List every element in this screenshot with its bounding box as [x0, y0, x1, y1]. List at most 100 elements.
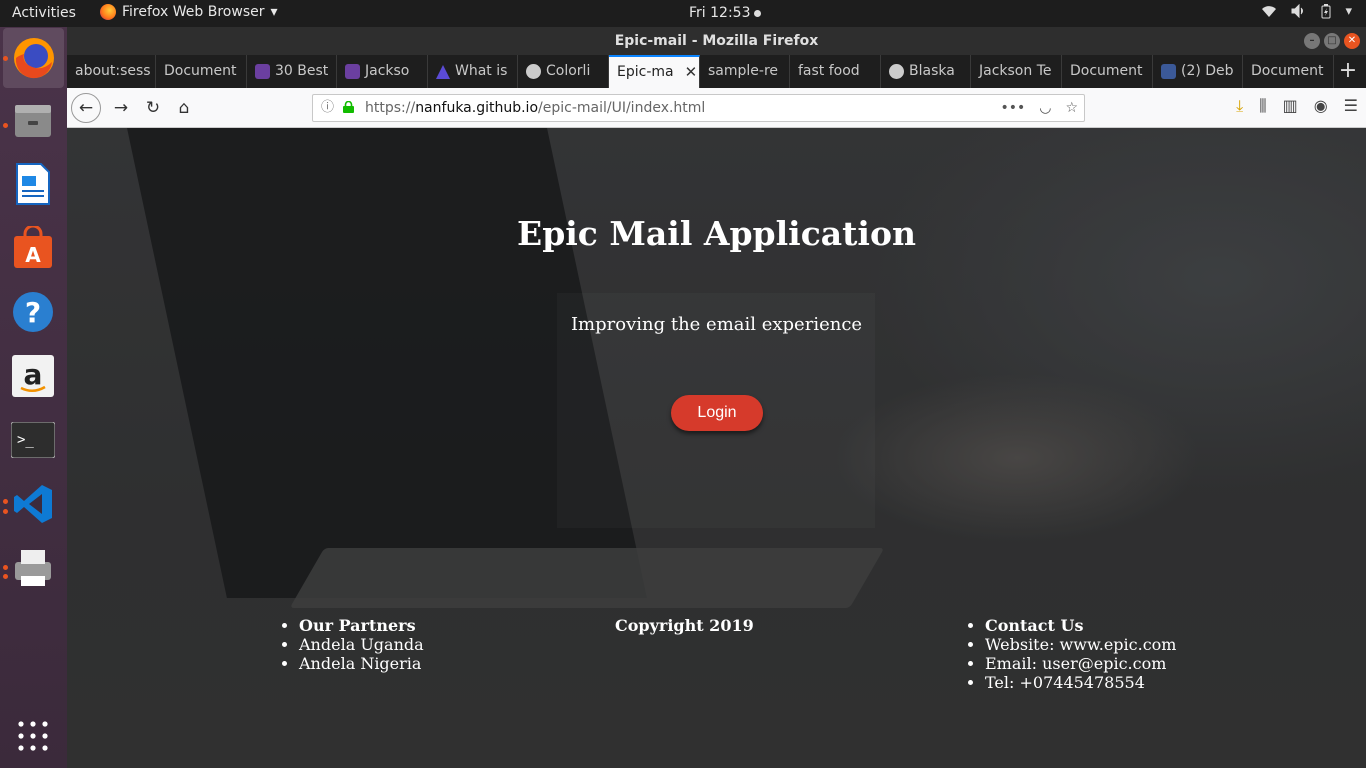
- dock-amazon[interactable]: a: [10, 353, 56, 399]
- tab[interactable]: sample-re: [700, 55, 790, 88]
- dock-printer[interactable]: [10, 545, 56, 591]
- list-item: Tel: +07445478554: [985, 673, 1176, 692]
- forward-button[interactable]: →: [107, 94, 135, 122]
- info-icon[interactable]: ⓘ: [321, 95, 334, 121]
- dock-software-center[interactable]: A: [10, 225, 56, 271]
- footer-copyright: Copyright 2019: [615, 616, 754, 635]
- pocket-icon[interactable]: ◡: [1039, 95, 1051, 121]
- home-button[interactable]: ⌂: [170, 94, 198, 122]
- tab-label: sample-re: [708, 63, 779, 79]
- svg-text:A: A: [25, 243, 41, 267]
- wifi-icon[interactable]: [1261, 4, 1277, 23]
- list-item: Website: www.epic.com: [985, 635, 1176, 654]
- tab[interactable]: (2) Deb: [1153, 55, 1243, 88]
- battery-icon[interactable]: [1321, 4, 1331, 23]
- firefox-icon: [100, 4, 116, 20]
- app-menu-label: Firefox Web Browser: [122, 4, 265, 20]
- hamburger-menu-icon[interactable]: ☰: [1344, 96, 1358, 116]
- lock-icon: [343, 101, 354, 113]
- tab[interactable]: What is: [428, 55, 518, 88]
- page-actions-icon[interactable]: •••: [1000, 95, 1025, 121]
- document-icon: [16, 163, 50, 205]
- top-bar: Activities Firefox Web Browser ▾ Fri 12:…: [0, 0, 1366, 27]
- file-cabinet-icon: [15, 105, 51, 137]
- tab[interactable]: Document: [1243, 55, 1334, 88]
- tab-label: Jackson Te: [979, 63, 1052, 79]
- back-button[interactable]: ←: [71, 93, 101, 123]
- download-icon[interactable]: ⤓: [1236, 96, 1243, 116]
- tab-label: Document: [1070, 63, 1143, 79]
- tab[interactable]: Jackson Te: [971, 55, 1062, 88]
- sidebar-icon[interactable]: ▥: [1283, 96, 1298, 116]
- list-item: Email: user@epic.com: [985, 654, 1176, 673]
- show-applications-button[interactable]: [10, 713, 56, 759]
- printer-icon: [15, 550, 51, 586]
- close-window-button[interactable]: ✕: [1344, 33, 1360, 49]
- wordpress-icon: [889, 64, 904, 79]
- close-tab-icon[interactable]: ✕: [685, 57, 698, 88]
- dock-files[interactable]: [10, 97, 56, 143]
- page-content: Epic Mail Application Improving the emai…: [67, 128, 1366, 768]
- list-item: Contact Us: [985, 616, 1176, 635]
- wordpress-icon: [526, 64, 541, 79]
- dock-writer[interactable]: [10, 161, 56, 207]
- system-menu-chevron-icon[interactable]: ▾: [1345, 4, 1352, 23]
- app-grid-icon: [18, 721, 48, 751]
- running-indicator-icon: [3, 565, 8, 570]
- notification-dot-icon: [754, 9, 762, 17]
- page-subtitle: Improving the email experience: [570, 314, 863, 335]
- tab[interactable]: 30 Best: [247, 55, 337, 88]
- tab-label: about:sess: [75, 63, 151, 79]
- window-titlebar[interactable]: Epic-mail - Mozilla Firefox – □ ✕: [67, 27, 1366, 55]
- window-controls: – □ ✕: [1304, 33, 1360, 49]
- tab-label: Blaska: [909, 63, 955, 79]
- clock[interactable]: Fri 12:53: [689, 5, 762, 21]
- vscode-icon: [14, 485, 52, 523]
- dock: A ? a >_: [0, 27, 67, 768]
- app-menu[interactable]: Firefox Web Browser ▾: [100, 4, 278, 20]
- dock-vscode[interactable]: [10, 481, 56, 527]
- dock-terminal[interactable]: >_: [10, 417, 56, 463]
- url-text: https://nanfuka.github.io/epic-mail/UI/i…: [365, 95, 705, 121]
- system-tray[interactable]: ▾: [1261, 3, 1352, 23]
- dock-firefox[interactable]: [3, 28, 64, 88]
- shopping-bag-icon: A: [14, 226, 52, 268]
- running-indicator-icon: [3, 123, 8, 128]
- tab[interactable]: about:sess: [67, 55, 156, 88]
- svg-text:?: ?: [25, 296, 41, 329]
- chevron-down-icon: ▾: [270, 4, 278, 20]
- tab[interactable]: Document: [156, 55, 247, 88]
- page-title: Epic Mail Application: [517, 214, 916, 253]
- tab[interactable]: fast food: [790, 55, 881, 88]
- activities-button[interactable]: Activities: [12, 5, 76, 21]
- colorlib-icon: [255, 64, 270, 79]
- firefox-window: Epic-mail - Mozilla Firefox – □ ✕ about:…: [67, 27, 1366, 768]
- bookmark-star-icon[interactable]: ☆: [1065, 95, 1078, 121]
- url-prefix: https://: [365, 100, 416, 116]
- tab-active[interactable]: Epic-ma ✕: [609, 55, 700, 88]
- tab[interactable]: Document: [1062, 55, 1153, 88]
- tab-label: Document: [1251, 63, 1324, 79]
- toolbar-right: ⤓ ⫼ ▥ ◉ ☰: [1236, 96, 1358, 116]
- tab[interactable]: Colorli: [518, 55, 609, 88]
- tab-label: Document: [164, 63, 237, 79]
- account-icon[interactable]: ◉: [1314, 96, 1328, 116]
- url-host: nanfuka.github.io: [415, 100, 539, 116]
- list-item: Andela Uganda: [299, 635, 424, 654]
- url-bar[interactable]: ⓘ https://nanfuka.github.io/epic-mail/UI…: [312, 94, 1085, 122]
- new-tab-button[interactable]: +: [1334, 55, 1362, 88]
- minimize-button[interactable]: –: [1304, 33, 1320, 49]
- tab-label: What is: [455, 63, 508, 79]
- footer-partners: Our Partners Andela Uganda Andela Nigeri…: [285, 616, 424, 673]
- login-button[interactable]: Login: [671, 395, 763, 431]
- contact-heading: Contact Us: [985, 616, 1084, 635]
- tab-label: fast food: [798, 63, 860, 79]
- reload-button[interactable]: ↻: [139, 94, 167, 122]
- tab[interactable]: Jackso: [337, 55, 428, 88]
- tab[interactable]: Blaska: [881, 55, 971, 88]
- library-icon[interactable]: ⫼: [1259, 96, 1266, 116]
- volume-icon[interactable]: [1291, 3, 1307, 23]
- colorlib-icon: [345, 64, 360, 79]
- maximize-button[interactable]: □: [1324, 33, 1340, 49]
- dock-help[interactable]: ?: [10, 289, 56, 335]
